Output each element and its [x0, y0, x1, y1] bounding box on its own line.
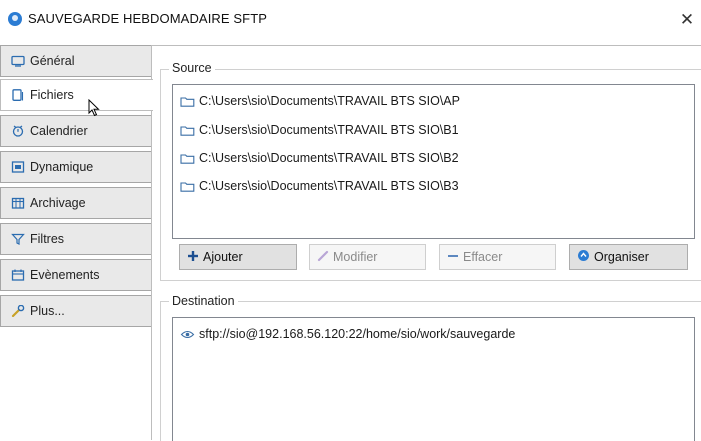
events-icon — [11, 269, 25, 281]
tab-filters[interactable]: Filtres — [0, 223, 151, 255]
wrench-icon — [11, 305, 25, 317]
tab-events[interactable]: Evènements — [0, 259, 151, 291]
close-button[interactable]: ✕ — [673, 6, 701, 34]
folder-icon — [180, 125, 195, 136]
filter-icon — [11, 233, 25, 245]
source-list[interactable]: C:\Users\sio\Documents\TRAVAIL BTS SIO\A… — [172, 84, 695, 239]
tab-dynamic[interactable]: Dynamique — [0, 151, 151, 183]
destination-label: Destination — [169, 294, 238, 308]
files-icon — [11, 89, 25, 101]
modify-button[interactable]: Modifier — [309, 244, 426, 270]
tab-files[interactable]: Fichiers — [0, 79, 153, 111]
add-button[interactable]: Ajouter — [179, 244, 297, 270]
calendar-icon — [11, 125, 25, 137]
folder-icon — [180, 96, 195, 107]
archive-icon — [11, 197, 25, 209]
window-title: SAUVEGARDE HEBDOMADAIRE SFTP — [28, 11, 268, 26]
destination-list[interactable]: sftp://sio@192.168.56.120:22/home/sio/wo… — [172, 317, 695, 441]
app-icon — [8, 12, 22, 26]
title-bar: SAUVEGARDE HEBDOMADAIRE SFTP ✕ — [0, 0, 701, 40]
source-list-item[interactable]: C:\Users\sio\Documents\TRAVAIL BTS SIO\B… — [180, 149, 459, 167]
pencil-icon — [317, 250, 329, 265]
tab-archive[interactable]: Archivage — [0, 187, 151, 219]
mouse-cursor-icon — [88, 98, 100, 120]
source-list-item[interactable]: C:\Users\sio\Documents\TRAVAIL BTS SIO\B… — [180, 121, 459, 139]
source-list-item[interactable]: C:\Users\sio\Documents\TRAVAIL BTS SIO\B… — [180, 177, 459, 195]
general-icon — [11, 55, 25, 67]
organize-button[interactable]: Organiser — [569, 244, 688, 270]
dynamic-icon — [11, 161, 25, 173]
destination-list-item[interactable]: sftp://sio@192.168.56.120:22/home/sio/wo… — [180, 325, 515, 343]
tab-list: Général Fichiers Calendrier Dynamique Ar… — [0, 45, 153, 440]
folder-icon — [180, 181, 195, 192]
source-list-item[interactable]: C:\Users\sio\Documents\TRAVAIL BTS SIO\A… — [180, 92, 460, 110]
remote-eye-icon — [180, 329, 195, 340]
folder-icon — [180, 153, 195, 164]
source-label: Source — [169, 61, 215, 75]
minus-icon — [447, 250, 459, 265]
tab-general[interactable]: Général — [0, 45, 151, 77]
panel-top-border — [152, 45, 701, 46]
organize-icon — [577, 249, 590, 265]
delete-button[interactable]: Effacer — [439, 244, 556, 270]
tab-calendar[interactable]: Calendrier — [0, 115, 151, 147]
tab-more[interactable]: Plus... — [0, 295, 151, 327]
plus-icon — [187, 250, 199, 265]
